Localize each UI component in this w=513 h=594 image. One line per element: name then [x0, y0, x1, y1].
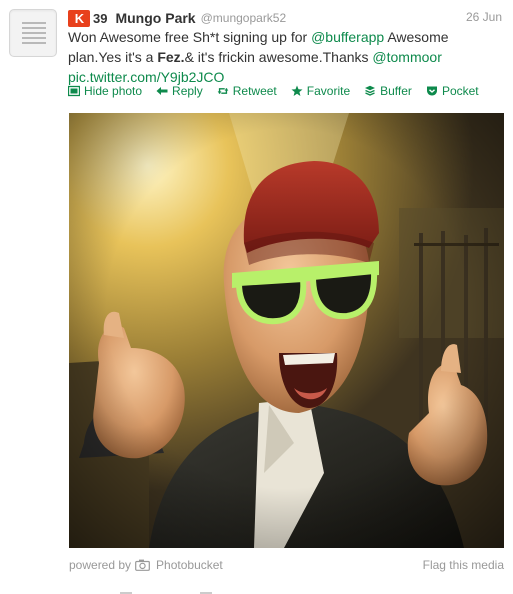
tweet-text: Won Awesome free Sh*t signing up for @bu… [68, 27, 488, 87]
hide-photo-label: Hide photo [84, 84, 143, 98]
mention-tommoor[interactable]: @tommoor [372, 49, 441, 65]
author-screenname[interactable]: @mungopark52 [201, 11, 287, 25]
klout-icon[interactable]: K [68, 9, 90, 27]
pocket-icon [426, 86, 437, 96]
tweet-header: K 39 Mungo Park @mungopark52 [68, 9, 286, 27]
star-icon [291, 85, 303, 96]
buffer-icon [365, 85, 376, 96]
retweet-label: Retweet [232, 84, 277, 98]
tweet: K 39 Mungo Park @mungopark52 26 Jun Won … [0, 0, 513, 594]
tweet-date[interactable]: 26 Jun [466, 10, 502, 24]
hide-photo-button[interactable]: Hide photo [68, 84, 142, 98]
retweet-button[interactable]: Retweet [217, 84, 277, 98]
avatar[interactable] [9, 9, 57, 57]
reply-icon [156, 87, 168, 95]
photobucket-link[interactable]: Photobucket [156, 558, 223, 572]
reply-button[interactable]: Reply [156, 84, 203, 98]
powered-by-label: powered by [69, 558, 132, 572]
tweet-actions: Hide photo Reply Retweet Favorite Buffer… [68, 84, 479, 98]
favorite-button[interactable]: Favorite [291, 84, 350, 98]
author-fullname[interactable]: Mungo Park [115, 10, 195, 26]
tweet-text-part: & it's frickin awesome.Thanks [184, 49, 373, 65]
avatar-stripe [22, 22, 46, 24]
photo-icon [68, 85, 80, 97]
avatar-stripe [22, 42, 46, 44]
buffer-button[interactable]: Buffer [364, 84, 412, 98]
buffer-label: Buffer [380, 84, 412, 98]
camera-icon [135, 559, 150, 571]
avatar-stripe [22, 27, 46, 29]
tweet-text-bold: Fez. [157, 49, 185, 65]
tweet-text-part: Won Awesome free Sh*t signing up for [68, 29, 312, 45]
powered-by: powered by Photobucket [69, 558, 223, 572]
flag-media-link[interactable]: Flag this media [423, 558, 504, 572]
avatar-stripe [22, 37, 46, 39]
retweet-icon [217, 88, 229, 94]
reply-label: Reply [172, 84, 203, 98]
avatar-stripe [22, 32, 46, 34]
favorite-label: Favorite [306, 84, 351, 98]
pocket-button[interactable]: Pocket [426, 84, 479, 98]
mention-bufferapp[interactable]: @bufferapp [311, 29, 384, 45]
media-footer: powered by Photobucket Flag this media [69, 558, 504, 574]
photo-image [69, 113, 504, 548]
media-link[interactable]: pic.twitter.com/Y9jb2JCO [68, 69, 224, 85]
tweet-photo[interactable] [69, 113, 504, 548]
pocket-label: Pocket [441, 84, 479, 98]
klout-score: 39 [93, 10, 108, 26]
